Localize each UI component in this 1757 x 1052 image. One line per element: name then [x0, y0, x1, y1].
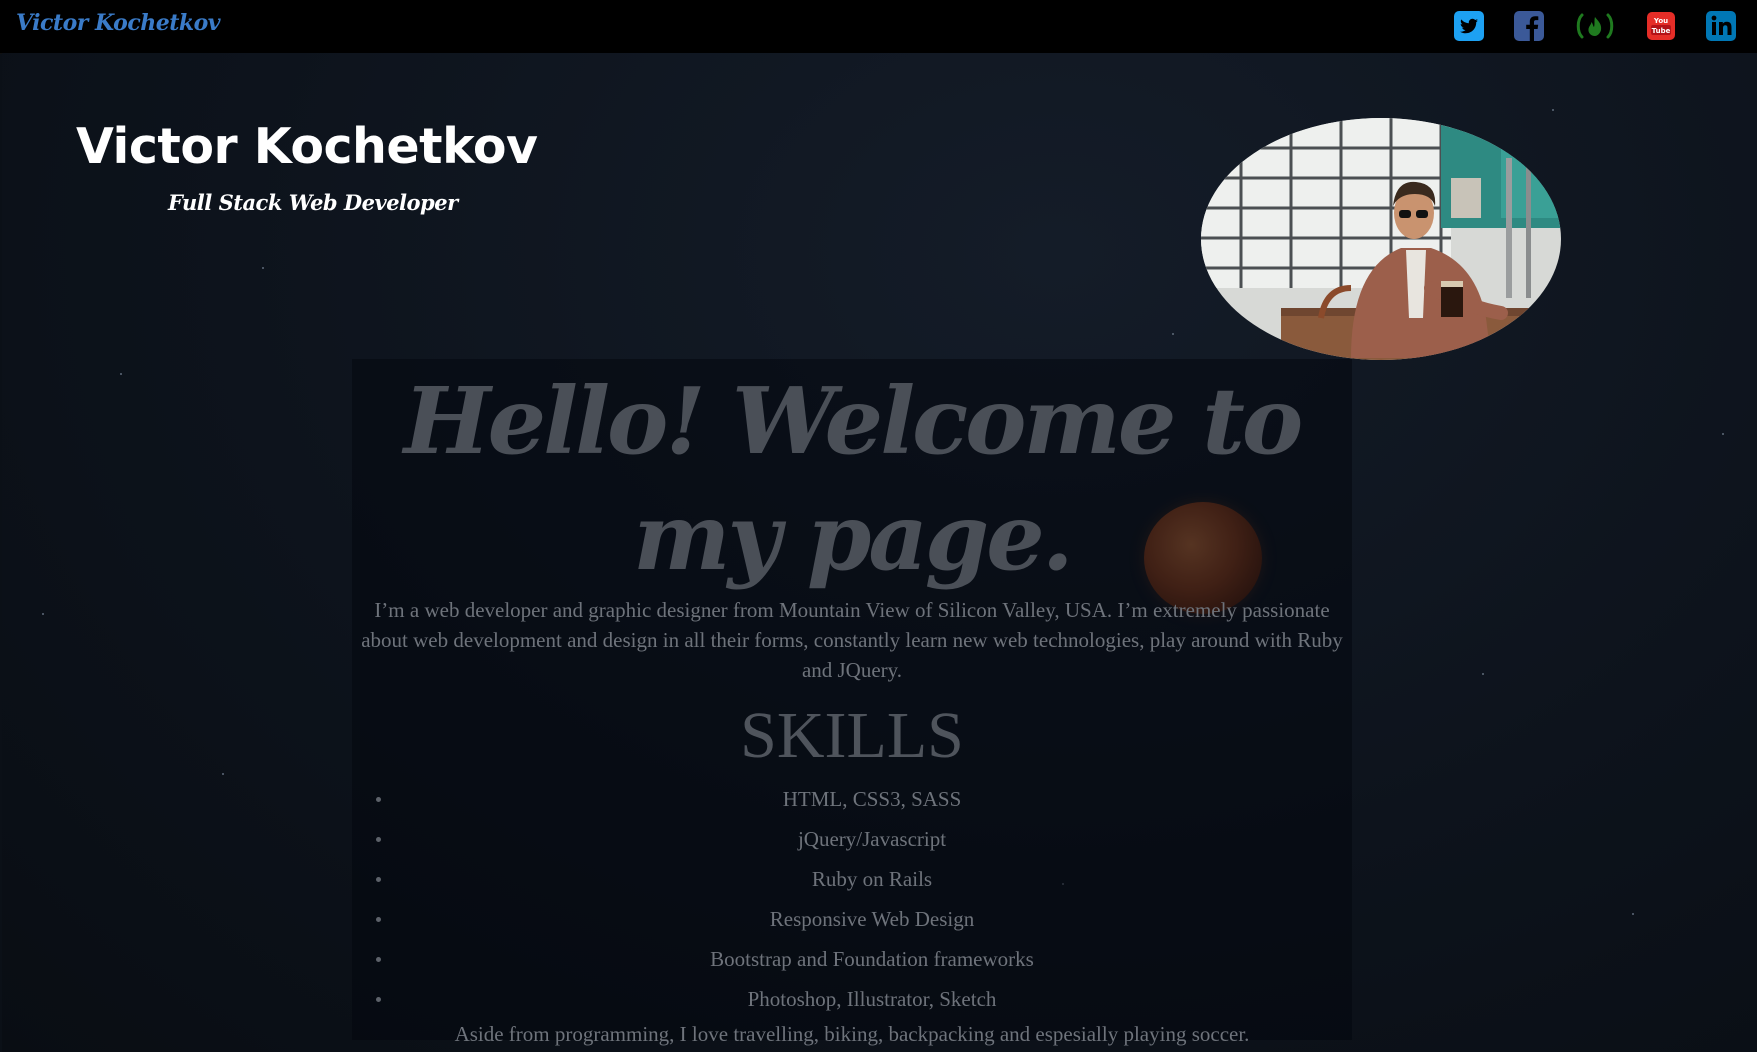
- bullet-icon: [376, 917, 381, 922]
- list-item: Bootstrap and Foundation frameworks: [352, 939, 1352, 979]
- brand-logo[interactable]: Victor Kochetkov: [16, 10, 221, 36]
- top-navbar: Victor Kochetkov You Tube: [0, 0, 1757, 54]
- skills-heading: SKILLS: [740, 699, 964, 772]
- bullet-icon: [376, 797, 381, 802]
- outro-text: Aside from programming, I love travellin…: [454, 1022, 1250, 1046]
- linkedin-icon[interactable]: [1705, 10, 1737, 42]
- profile-photo: [1201, 118, 1561, 360]
- intro-text: I’m a web developer and graphic designer…: [361, 598, 1343, 682]
- bullet-icon: [376, 957, 381, 962]
- hero-role: Full Stack Web Developer: [168, 190, 458, 215]
- svg-text:Tube: Tube: [1652, 27, 1671, 35]
- list-item: Responsive Web Design: [352, 899, 1352, 939]
- hero-name: Victor Kochetkov: [76, 118, 538, 175]
- skill-label: HTML, CSS3, SASS: [782, 787, 962, 811]
- list-item: jQuery/Javascript: [352, 819, 1352, 859]
- bullet-icon: [376, 837, 381, 842]
- list-item: Photoshop, Illustrator, Sketch: [352, 979, 1352, 1019]
- skill-label: Bootstrap and Foundation frameworks: [710, 947, 1034, 971]
- welcome-heading: Hello! Welcome to my page.: [403, 367, 1304, 591]
- list-item: Ruby on Rails: [352, 859, 1352, 899]
- bullet-icon: [376, 877, 381, 882]
- freecodecamp-icon[interactable]: [1573, 10, 1617, 42]
- social-links: You Tube: [1453, 10, 1737, 42]
- about-panel: Hello! Welcome to my page. I’m a web dev…: [352, 359, 1352, 1046]
- list-item: HTML, CSS3, SASS: [352, 779, 1352, 819]
- skill-label: Ruby on Rails: [811, 867, 933, 891]
- twitter-icon[interactable]: [1453, 10, 1485, 42]
- skill-label: Photoshop, Illustrator, Sketch: [747, 987, 997, 1011]
- skills-list: HTML, CSS3, SASS jQuery/Javascript Ruby …: [352, 779, 1352, 1019]
- youtube-icon[interactable]: You Tube: [1645, 10, 1677, 42]
- skill-label: jQuery/Javascript: [797, 827, 947, 851]
- facebook-icon[interactable]: [1513, 10, 1545, 42]
- skill-label: Responsive Web Design: [769, 907, 975, 931]
- svg-text:You: You: [1653, 17, 1668, 25]
- bullet-icon: [376, 997, 381, 1002]
